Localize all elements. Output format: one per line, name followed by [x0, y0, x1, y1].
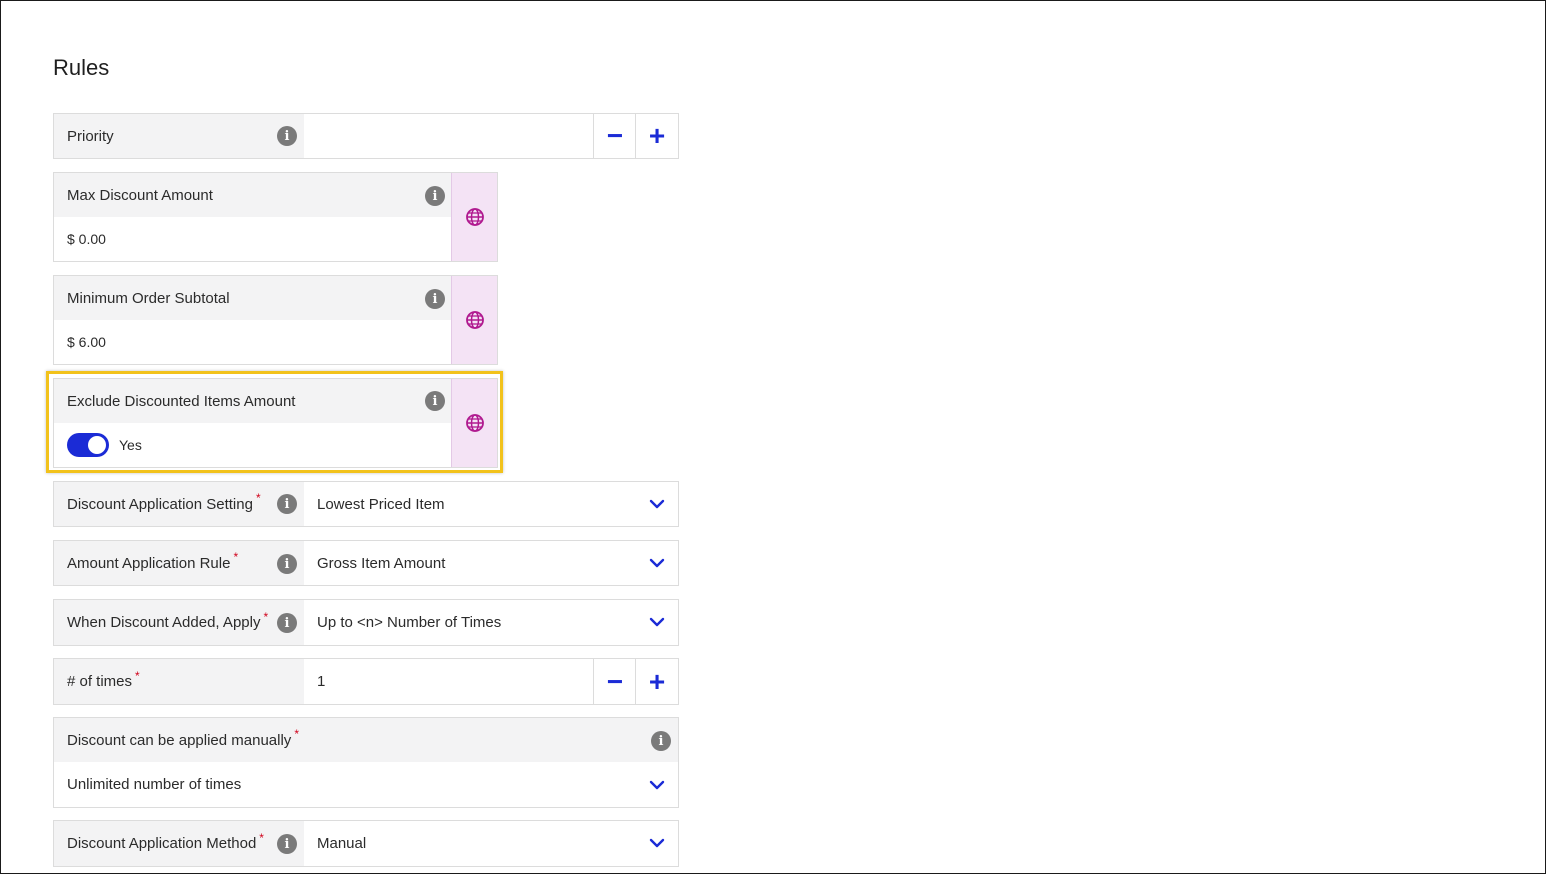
required-marker: *	[255, 491, 261, 505]
when-discount-added-label: When Discount Added, Apply	[67, 614, 261, 631]
when-discount-added-field: When Discount Added, Apply * i Up to <n> …	[53, 599, 679, 646]
selected-value: Up to <n> Number of Times	[317, 614, 502, 631]
applied-manually-label: Discount can be applied manually	[67, 731, 292, 749]
when-discount-added-label-cell: When Discount Added, Apply *	[54, 600, 304, 645]
applied-manually-field: Discount can be applied manually * i Unli…	[53, 717, 679, 808]
num-times-decrement-button[interactable]: −	[593, 659, 636, 704]
min-subtotal-field: Minimum Order Subtotal i $ 6.00	[53, 275, 498, 365]
discount-application-method-select[interactable]: Manual	[304, 821, 678, 866]
min-subtotal-input[interactable]: $ 6.00	[54, 320, 453, 364]
applied-manually-select[interactable]: Unlimited number of times	[54, 762, 678, 807]
chevron-down-icon[interactable]	[649, 777, 665, 793]
num-times-increment-button[interactable]: +	[635, 659, 678, 704]
selected-value: Manual	[317, 835, 367, 852]
plus-icon: +	[648, 665, 666, 697]
discount-application-setting-label: Discount Application Setting	[67, 495, 253, 513]
discount-application-setting-field: Discount Application Setting * i Lowest P…	[53, 481, 679, 527]
required-marker: *	[259, 830, 264, 845]
info-icon[interactable]: i	[277, 834, 297, 854]
chevron-down-icon[interactable]	[649, 496, 665, 512]
max-discount-input[interactable]: $ 0.00	[54, 217, 453, 261]
info-icon[interactable]: i	[425, 289, 445, 309]
discount-application-setting-label-cell: Discount Application Setting *	[54, 482, 304, 526]
minus-icon: −	[606, 665, 624, 697]
num-times-label-cell: # of times *	[54, 659, 304, 704]
min-subtotal-label-cell: Minimum Order Subtotal	[54, 276, 453, 320]
priority-label-cell: Priority	[54, 114, 304, 158]
plus-icon: +	[648, 120, 666, 151]
selected-value: Gross Item Amount	[317, 554, 446, 572]
minus-icon: −	[606, 120, 624, 151]
section-title: Rules	[53, 55, 110, 80]
priority-input[interactable]	[304, 114, 594, 158]
translate-button[interactable]	[451, 173, 497, 261]
translate-button[interactable]	[451, 276, 497, 364]
chevron-down-icon[interactable]	[649, 835, 665, 851]
required-marker: *	[263, 609, 269, 624]
max-discount-label-cell: Max Discount Amount	[54, 173, 453, 217]
when-discount-added-select[interactable]: Up to <n> Number of Times	[304, 600, 678, 645]
required-marker: *	[135, 668, 140, 683]
applied-manually-label-cell: Discount can be applied manually *	[54, 718, 678, 762]
priority-decrement-button[interactable]: −	[593, 114, 636, 158]
required-marker: *	[294, 727, 299, 741]
discount-application-method-label: Discount Application Method	[67, 835, 257, 852]
priority-label: Priority	[67, 127, 114, 145]
info-icon[interactable]: i	[277, 613, 297, 633]
globe-icon	[465, 208, 484, 226]
globe-icon	[465, 311, 484, 329]
highlight-box	[46, 371, 503, 473]
amount-application-rule-field: Amount Application Rule * i Gross Item Am…	[53, 540, 679, 586]
selected-value: Unlimited number of times	[67, 776, 242, 793]
amount-application-rule-label-cell: Amount Application Rule *	[54, 541, 304, 585]
chevron-down-icon[interactable]	[649, 555, 665, 571]
num-times-field: # of times * 1 − +	[53, 658, 679, 705]
info-icon[interactable]: i	[425, 186, 445, 206]
amount-application-rule-select[interactable]: Gross Item Amount	[304, 541, 678, 585]
discount-application-method-label-cell: Discount Application Method *	[54, 821, 304, 866]
info-icon[interactable]: i	[277, 126, 297, 146]
discount-application-setting-select[interactable]: Lowest Priced Item	[304, 482, 678, 526]
max-discount-field: Max Discount Amount i $ 0.00	[53, 172, 498, 262]
priority-increment-button[interactable]: +	[635, 114, 678, 158]
selected-value: Lowest Priced Item	[317, 495, 445, 513]
max-discount-label: Max Discount Amount	[67, 186, 213, 204]
discount-application-method-field: Discount Application Method * i Manual	[53, 820, 679, 867]
info-icon[interactable]: i	[277, 494, 297, 514]
info-icon[interactable]: i	[277, 554, 297, 574]
num-times-label: # of times	[67, 673, 133, 690]
info-icon[interactable]: i	[651, 731, 671, 751]
min-subtotal-label: Minimum Order Subtotal	[67, 289, 230, 307]
num-times-input[interactable]: 1	[304, 659, 594, 704]
priority-field: Priority i − +	[53, 113, 679, 159]
amount-application-rule-label: Amount Application Rule	[67, 554, 231, 572]
required-marker: *	[233, 550, 239, 564]
chevron-down-icon[interactable]	[649, 614, 665, 630]
